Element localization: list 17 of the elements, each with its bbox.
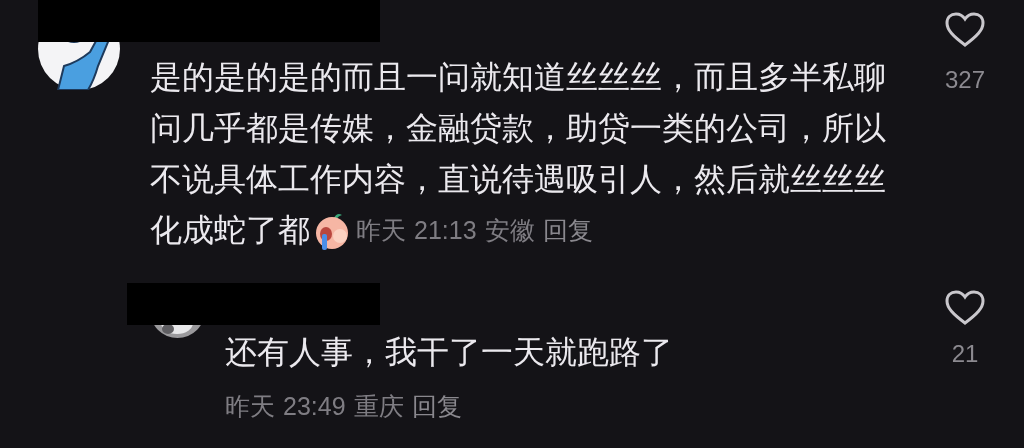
comment-text: 化成蛇了都 [150, 211, 310, 250]
heart-icon[interactable] [945, 290, 985, 326]
like-count: 21 [951, 340, 979, 368]
comment-text: 不说具体工作内容，直说待遇吸引人，然后就丝丝丝 [150, 160, 886, 199]
location-text: 安徽 [484, 215, 535, 246]
date-text: 昨天 [225, 391, 275, 422]
comment-text: 问几乎都是传媒，金融贷款，助贷一类的公司，所以 [150, 109, 886, 148]
date-text: 昨天 [356, 215, 406, 246]
comment-text: 是的是的是的而且一问就知道丝丝丝，而且多半私聊 [150, 58, 886, 97]
like-count: 327 [944, 66, 985, 94]
location-text: 重庆 [353, 391, 404, 422]
time-text: 21:13 [414, 215, 477, 246]
heart-icon[interactable] [945, 12, 985, 48]
comment-text: 还有人事，我干了一天就跑路了 [225, 333, 673, 372]
time-text: 23:49 [283, 391, 346, 422]
reply-button[interactable]: 回复 [542, 205, 593, 256]
reply-button[interactable]: 回复 [411, 386, 462, 426]
